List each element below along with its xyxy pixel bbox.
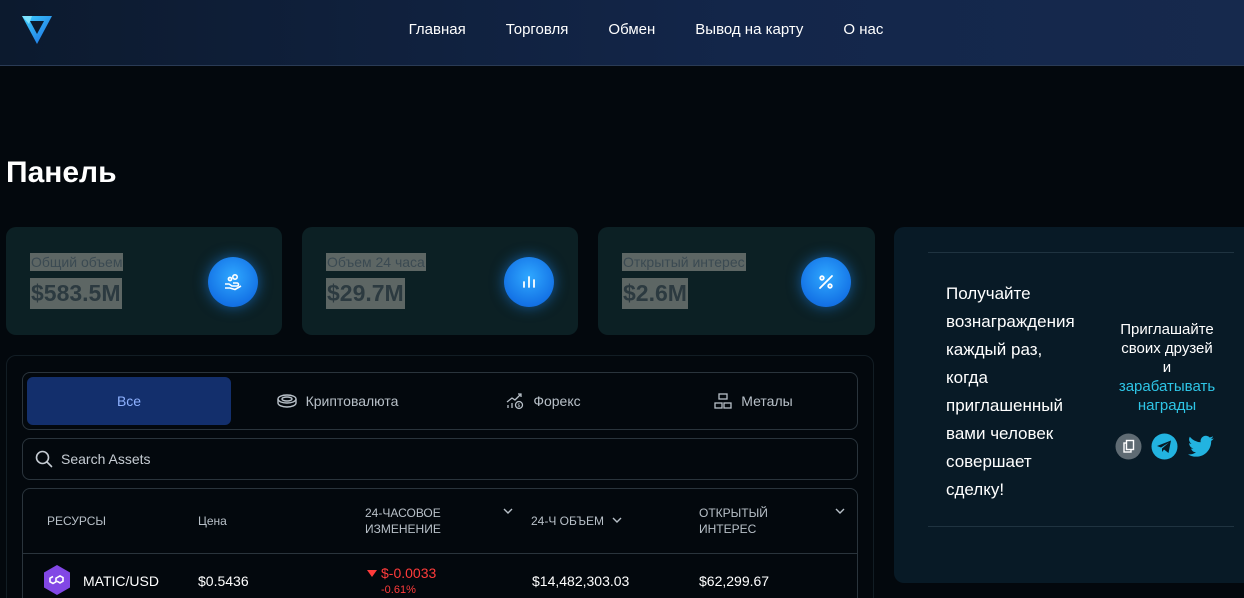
tab-crypto[interactable]: Криптовалюта	[235, 377, 439, 425]
invite-text: своих друзей	[1121, 340, 1213, 357]
table-divider	[23, 553, 857, 554]
earn-rewards-link[interactable]: награды	[1108, 396, 1226, 415]
search-icon	[35, 450, 53, 468]
earn-rewards-link[interactable]: зарабатывать	[1108, 377, 1226, 396]
asset-name: MATIC/USD	[83, 573, 159, 589]
rewards-text-line: вознаграждения	[946, 312, 1075, 331]
chevron-down-icon[interactable]	[835, 507, 845, 515]
tab-metals[interactable]: Металы	[651, 377, 855, 425]
divider	[928, 252, 1234, 253]
hand-coins-icon	[208, 257, 258, 307]
asset-open-interest: $62,299.67	[699, 573, 770, 589]
column-header-interest[interactable]: ОТКРЫТЫЙ ИНТЕРЕС	[699, 505, 768, 537]
rewards-text-line: Получайте	[946, 284, 1031, 303]
telegram-icon[interactable]	[1151, 433, 1178, 460]
tab-label: Форекс	[533, 393, 581, 409]
tab-all[interactable]: Все	[27, 377, 231, 425]
stat-label: Открытый интерес	[622, 253, 746, 271]
chevron-down-icon[interactable]	[612, 516, 622, 524]
rewards-text-line: каждый раз,	[946, 340, 1043, 359]
header-line: ОТКРЫТЫЙ	[699, 506, 768, 520]
copy-icon[interactable]	[1115, 433, 1142, 460]
asset-price: $0.5436	[198, 573, 249, 589]
nav-link-exchange[interactable]: Обмен	[608, 21, 655, 38]
rewards-text-line: сделку!	[946, 480, 1005, 499]
rewards-text-line: совершает	[946, 452, 1032, 471]
stat-value: $29.7M	[326, 278, 405, 309]
tab-label: Металы	[741, 393, 793, 409]
nav-link-about[interactable]: О нас	[843, 21, 883, 38]
forex-icon: $	[506, 393, 524, 410]
stat-label: Общий объем	[30, 253, 124, 271]
chevron-down-icon[interactable]	[503, 507, 513, 515]
nav-links: Главная Торговля Обмен Вывод на карту О …	[0, 0, 1244, 58]
column-header-volume[interactable]: 24-Ч ОБЪЕМ	[531, 513, 604, 529]
matic-icon	[44, 565, 70, 595]
twitter-icon[interactable]	[1188, 433, 1215, 460]
stat-card-total-volume: Общий объем $583.5M	[6, 227, 282, 335]
tab-label: Все	[116, 393, 142, 409]
tab-forex[interactable]: $ Форекс	[441, 377, 645, 425]
invite-text: и	[1162, 359, 1172, 376]
assets-table: РЕСУРСЫ Цена 24-ЧАСОВОЕ ИЗМЕНЕНИЕ 24-Ч О…	[22, 488, 858, 598]
stat-value: $2.6M	[622, 278, 688, 309]
page-title: Панель	[6, 156, 117, 189]
divider	[928, 526, 1234, 527]
header-line: 24-ЧАСОВОЕ	[365, 506, 441, 520]
percent-icon	[801, 257, 851, 307]
search-input[interactable]	[61, 451, 761, 467]
asset-tabs: Все Криптовалюта $ Форекс Металы	[22, 372, 858, 430]
invite-block: Приглашайте своих друзей и зарабатывать …	[1108, 320, 1226, 415]
invite-text: Приглашайте	[1120, 321, 1214, 338]
search-box	[22, 438, 858, 480]
price-change: $-0.0033	[381, 565, 437, 581]
rewards-text-line: вами человек	[946, 424, 1054, 443]
bar-chart-icon	[504, 257, 554, 307]
nav-link-trade[interactable]: Торговля	[506, 21, 569, 38]
svg-text:$: $	[518, 403, 521, 409]
nav-link-withdraw[interactable]: Вывод на карту	[695, 21, 803, 38]
metals-icon	[714, 393, 732, 409]
rewards-text-line: когда	[946, 368, 988, 387]
column-header-resources[interactable]: РЕСУРСЫ	[47, 513, 106, 529]
stat-label: Объем 24 часа	[326, 253, 426, 271]
coin-icon	[276, 394, 297, 408]
tab-label: Криптовалюта	[305, 393, 399, 409]
stat-card-24h-volume: Объем 24 часа $29.7M	[302, 227, 578, 335]
nav-link-home[interactable]: Главная	[409, 21, 466, 38]
header-line: ИЗМЕНЕНИЕ	[365, 522, 441, 536]
asset-volume: $14,482,303.03	[532, 573, 630, 589]
column-header-price[interactable]: Цена	[198, 513, 227, 529]
rewards-text-line: приглашенный	[946, 396, 1063, 415]
stat-card-open-interest: Открытый интерес $2.6M	[598, 227, 875, 335]
stat-value: $583.5M	[30, 278, 122, 309]
rewards-text: Получайте вознаграждения каждый раз, ког…	[946, 280, 1096, 504]
header-line: ИНТЕРЕС	[699, 522, 757, 536]
price-change-percent: -0.61%	[381, 584, 416, 596]
arrow-down-icon	[367, 570, 377, 577]
top-navbar: Главная Торговля Обмен Вывод на карту О …	[0, 0, 1244, 66]
column-header-change[interactable]: 24-ЧАСОВОЕ ИЗМЕНЕНИЕ	[365, 505, 441, 537]
